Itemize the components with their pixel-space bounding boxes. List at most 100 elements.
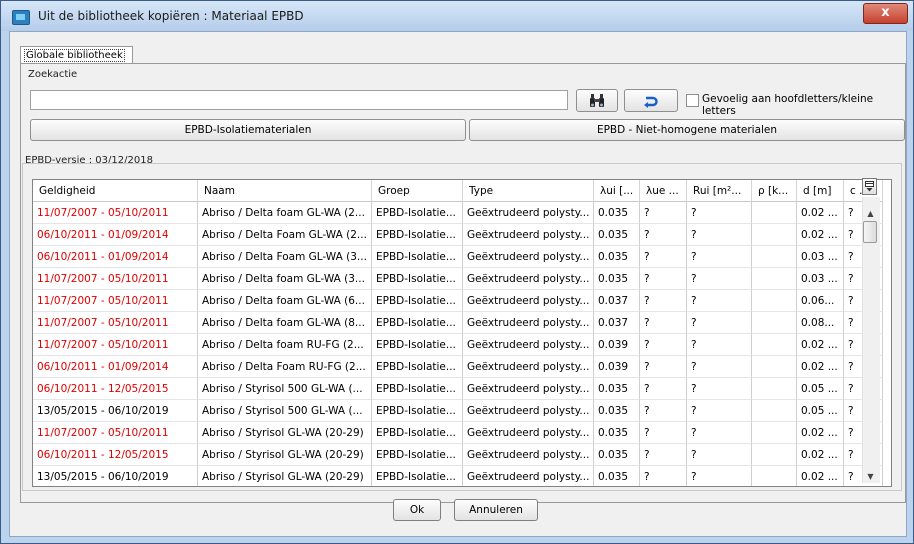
cell-rho: [752, 356, 797, 378]
cell-rui: ?: [687, 224, 752, 246]
cell-geldigheid: 06/10/2011 - 01/09/2014: [33, 224, 198, 246]
isolatiematerialen-button[interactable]: EPBD-Isolatiematerialen: [30, 119, 466, 141]
case-sensitive-checkbox[interactable]: [686, 94, 699, 107]
cell-d: 0.08...: [797, 312, 844, 334]
niet-homogene-materialen-button[interactable]: EPBD - Niet-homogene materialen: [469, 119, 905, 141]
cell-lambda-ui: 0.035: [594, 400, 640, 422]
table-row[interactable]: 13/05/2015 - 06/10/2019 Abriso / Styrisol…: [33, 466, 883, 486]
cell-naam: Abriso / Delta foam GL-WA (3...: [198, 268, 372, 290]
search-group-label: Zoekactie: [28, 69, 78, 80]
cell-naam: Abriso / Styrisol GL-WA (20-29): [198, 466, 372, 486]
cell-rho: [752, 400, 797, 422]
cell-groep: EPBD-Isolatie...: [372, 422, 463, 444]
cell-d: 0.02 ...: [797, 356, 844, 378]
cell-rho: [752, 312, 797, 334]
table-row[interactable]: 06/10/2011 - 01/09/2014 Abriso / Delta Fo…: [33, 356, 883, 378]
table-header: Geldigheid Naam Groep Type λui [... λue …: [33, 180, 891, 202]
cell-d: 0.02 ...: [797, 466, 844, 486]
cell-rui: ?: [687, 466, 752, 486]
cell-rui: ?: [687, 378, 752, 400]
cell-rho: [752, 290, 797, 312]
column-header-lambda-ue[interactable]: λue ...: [640, 180, 687, 202]
cell-geldigheid: 11/07/2007 - 05/10/2011: [33, 422, 198, 444]
cell-groep: EPBD-Isolatie...: [372, 268, 463, 290]
cell-type: Geëxtrudeerd polysty...: [463, 400, 594, 422]
cell-rho: [752, 246, 797, 268]
table-row[interactable]: 11/07/2007 - 05/10/2011 Abriso / Delta fo…: [33, 334, 883, 356]
cell-type: Geëxtrudeerd polysty...: [463, 224, 594, 246]
cell-geldigheid: 13/05/2015 - 06/10/2019: [33, 466, 198, 486]
reset-search-button[interactable]: [624, 89, 678, 112]
column-header-geldigheid[interactable]: Geldigheid: [33, 180, 198, 202]
cell-lambda-ue: ?: [640, 224, 687, 246]
case-sensitive-label: Gevoelig aan hoofdletters/kleine letters: [702, 93, 874, 117]
cell-rho: [752, 378, 797, 400]
cell-rui: ?: [687, 356, 752, 378]
cell-type: Geëxtrudeerd polysty...: [463, 466, 594, 486]
cell-groep: EPBD-Isolatie...: [372, 378, 463, 400]
tab-label: Globale bibliotheek: [24, 49, 125, 62]
cell-geldigheid: 11/07/2007 - 05/10/2011: [33, 268, 198, 290]
cancel-button[interactable]: Annuleren: [454, 499, 538, 521]
column-header-d[interactable]: d [m]: [797, 180, 844, 202]
cell-naam: Abriso / Delta Foam GL-WA (3...: [198, 246, 372, 268]
cell-naam: Abriso / Delta foam GL-WA (2...: [198, 202, 372, 224]
cell-rui: ?: [687, 268, 752, 290]
cell-naam: Abriso / Delta foam GL-WA (6...: [198, 290, 372, 312]
window-title: Uit de bibliotheek kopiëren : Materiaal …: [38, 9, 304, 23]
cell-lambda-ui: 0.035: [594, 268, 640, 290]
cell-rho: [752, 334, 797, 356]
table-row[interactable]: 11/07/2007 - 05/10/2011 Abriso / Delta fo…: [33, 312, 883, 334]
cell-naam: Abriso / Delta Foam RU-FG (2...: [198, 356, 372, 378]
tab-globale-bibliotheek[interactable]: Globale bibliotheek: [20, 46, 133, 64]
cell-lambda-ui: 0.035: [594, 444, 640, 466]
cell-d: 0.02 ...: [797, 202, 844, 224]
ok-button[interactable]: Ok: [393, 499, 441, 521]
search-input[interactable]: [30, 90, 568, 110]
table-row[interactable]: 11/07/2007 - 05/10/2011 Abriso / Delta fo…: [33, 202, 883, 224]
cell-lambda-ui: 0.035: [594, 224, 640, 246]
title-bar: Uit de bibliotheek kopiëren : Materiaal …: [1, 1, 913, 31]
column-header-rui[interactable]: Rui [m²...: [687, 180, 752, 202]
table-row[interactable]: 11/07/2007 - 05/10/2011 Abriso / Delta fo…: [33, 290, 883, 312]
cell-lambda-ue: ?: [640, 466, 687, 486]
close-button[interactable]: x: [863, 3, 908, 24]
cell-groep: EPBD-Isolatie...: [372, 290, 463, 312]
cell-rui: ?: [687, 290, 752, 312]
cell-groep: EPBD-Isolatie...: [372, 202, 463, 224]
cell-naam: Abriso / Styrisol GL-WA (20-29): [198, 444, 372, 466]
cell-rho: [752, 422, 797, 444]
cell-geldigheid: 06/10/2011 - 12/05/2015: [33, 444, 198, 466]
column-header-type[interactable]: Type: [463, 180, 594, 202]
binoculars-icon: [590, 94, 604, 107]
table-row[interactable]: 06/10/2011 - 12/05/2015 Abriso / Styrisol…: [33, 378, 883, 400]
scrollbar-thumb[interactable]: [863, 221, 877, 243]
cell-naam: Abriso / Delta foam GL-WA (8...: [198, 312, 372, 334]
column-header-naam[interactable]: Naam: [198, 180, 372, 202]
cell-geldigheid: 06/10/2011 - 12/05/2015: [33, 378, 198, 400]
cell-type: Geëxtrudeerd polysty...: [463, 202, 594, 224]
cell-groep: EPBD-Isolatie...: [372, 400, 463, 422]
column-header-lambda-ui[interactable]: λui [...: [594, 180, 640, 202]
cell-rui: ?: [687, 202, 752, 224]
cell-geldigheid: 06/10/2011 - 01/09/2014: [33, 356, 198, 378]
table-row[interactable]: 13/05/2015 - 06/10/2019 Abriso / Styrisol…: [33, 400, 883, 422]
table-row[interactable]: 11/07/2007 - 05/10/2011 Abriso / Delta fo…: [33, 268, 883, 290]
cell-lambda-ue: ?: [640, 312, 687, 334]
table-row[interactable]: 11/07/2007 - 05/10/2011 Abriso / Styrisol…: [33, 422, 883, 444]
column-header-groep[interactable]: Groep: [372, 180, 463, 202]
cell-lambda-ui: 0.035: [594, 202, 640, 224]
find-button[interactable]: [576, 89, 618, 112]
column-header-rho[interactable]: ρ [k...: [752, 180, 797, 202]
cell-geldigheid: 13/05/2015 - 06/10/2019: [33, 400, 198, 422]
column-chooser-button[interactable]: [862, 178, 877, 195]
table-row[interactable]: 06/10/2011 - 01/09/2014 Abriso / Delta Fo…: [33, 224, 883, 246]
cell-groep: EPBD-Isolatie...: [372, 246, 463, 268]
table-row[interactable]: 06/10/2011 - 12/05/2015 Abriso / Styrisol…: [33, 444, 883, 466]
table-row[interactable]: 06/10/2011 - 01/09/2014 Abriso / Delta Fo…: [33, 246, 883, 268]
scroll-down-arrow-icon[interactable]: ▼: [865, 472, 876, 482]
cell-lambda-ue: ?: [640, 400, 687, 422]
cell-type: Geëxtrudeerd polysty...: [463, 268, 594, 290]
cell-lambda-ui: 0.039: [594, 334, 640, 356]
scroll-up-arrow-icon[interactable]: ▲: [865, 209, 876, 219]
